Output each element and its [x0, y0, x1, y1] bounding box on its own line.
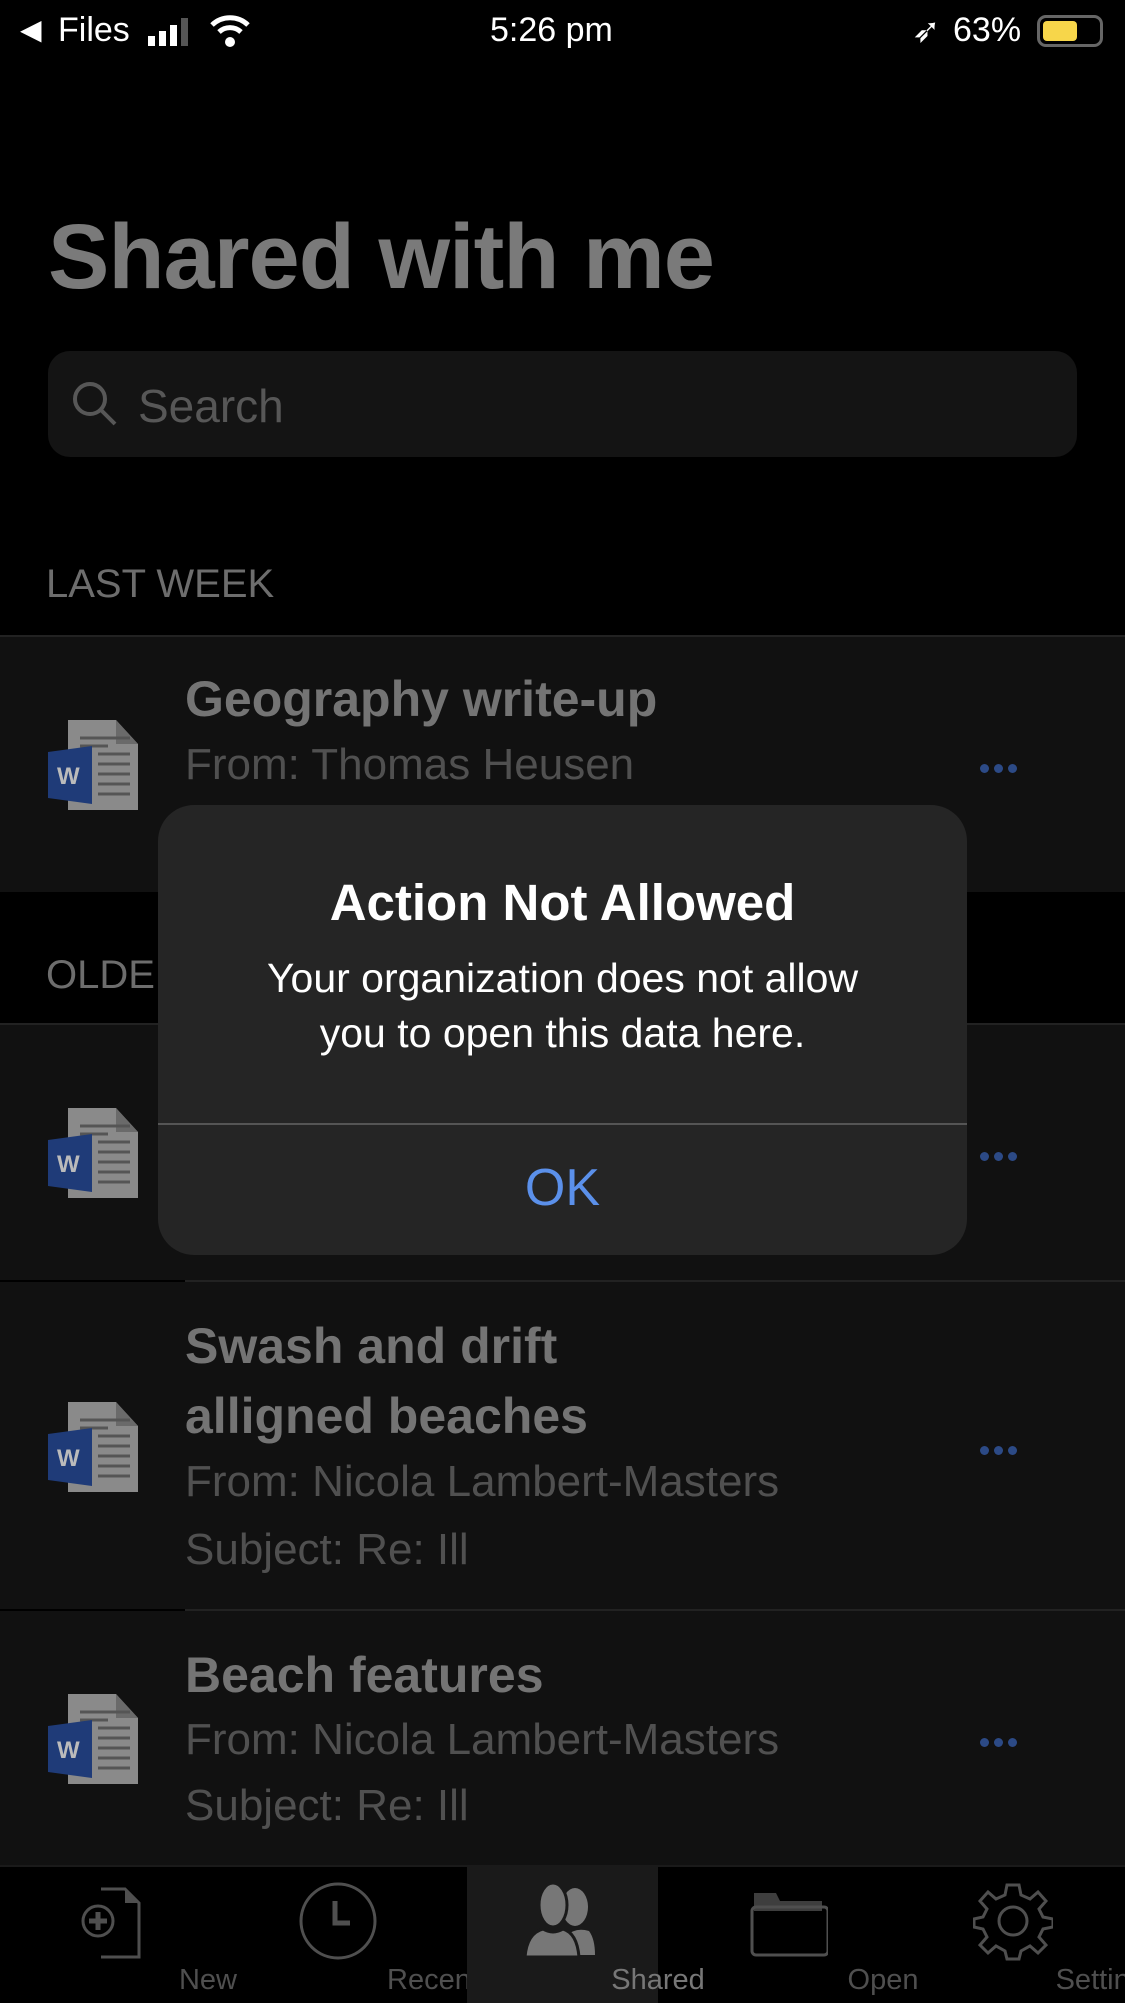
alert-message-line2: you to open this data here. — [319, 1010, 806, 1056]
tab-settings[interactable]: Settings — [917, 1867, 1125, 2003]
word-document-icon: W — [48, 1106, 140, 1200]
search-placeholder: Search — [138, 380, 284, 432]
clock-icon — [299, 1882, 377, 1960]
tab-bar: New Recent Shared Open Settings — [0, 1865, 1125, 2003]
svg-text:W: W — [57, 1445, 80, 1472]
search-icon — [73, 382, 117, 426]
tab-recent[interactable]: Recent — [242, 1867, 479, 2003]
gear-icon — [973, 1883, 1053, 1961]
folder-icon — [750, 1893, 828, 1957]
alert-title: Action Not Allowed — [329, 874, 796, 931]
alert-message-line1: Your organization does not allow — [266, 955, 859, 1001]
ok-button[interactable]: OK — [158, 1125, 967, 1255]
battery-icon — [1037, 15, 1103, 47]
word-document-icon: W — [48, 1400, 140, 1494]
svg-text:W: W — [57, 1151, 80, 1178]
more-options-button[interactable] — [980, 1734, 1024, 1747]
signal-icon — [148, 18, 188, 46]
svg-text:W: W — [57, 763, 80, 790]
new-document-icon — [81, 1887, 141, 1959]
more-options-button[interactable] — [980, 1442, 1024, 1455]
more-options-button[interactable] — [980, 760, 1024, 773]
item-title-line2: alligned beaches — [185, 1388, 588, 1444]
page-title: Shared with me — [48, 206, 715, 308]
tab-new[interactable]: New — [17, 1867, 237, 2003]
tab-shared[interactable]: Shared — [467, 1867, 705, 2003]
word-document-icon: W — [48, 718, 140, 812]
people-icon — [523, 1881, 595, 1959]
more-options-button[interactable] — [980, 1148, 1024, 1161]
item-title: Geography write-up — [185, 671, 658, 727]
alert-dialog: Action Not Allowed Your organization doe… — [158, 805, 967, 1255]
item-from: From: Nicola Lambert-Masters — [185, 1457, 780, 1506]
search-input[interactable]: Search — [48, 351, 1077, 457]
item-title: Beach features — [185, 1647, 544, 1703]
item-subject: Subject: Re: Ill — [185, 1525, 469, 1574]
back-to-files[interactable]: Files — [58, 11, 130, 50]
status-bar: ◀ Files 5:26 pm ➶ 63% — [0, 0, 1125, 70]
back-arrow-icon[interactable]: ◀ — [20, 13, 42, 46]
section-header-last-week: LAST WEEK — [46, 562, 275, 606]
list-item[interactable] — [0, 1282, 1125, 1609]
battery-percent: 63% — [953, 11, 1022, 49]
alert-message: Your organization does not allow you to … — [158, 951, 967, 1061]
tab-open[interactable]: Open — [692, 1867, 918, 2003]
word-document-icon: W — [48, 1692, 140, 1786]
wifi-icon — [210, 15, 250, 47]
item-from: From: Thomas Heusen — [185, 740, 635, 789]
location-icon: ➶ — [912, 12, 941, 50]
svg-text:W: W — [57, 1737, 80, 1764]
item-title-line1: Swash and drift — [185, 1318, 558, 1374]
clock-time: 5:26 pm — [490, 11, 613, 49]
item-subject: Subject: Re: Ill — [185, 1781, 469, 1830]
item-from: From: Nicola Lambert-Masters — [185, 1715, 780, 1764]
